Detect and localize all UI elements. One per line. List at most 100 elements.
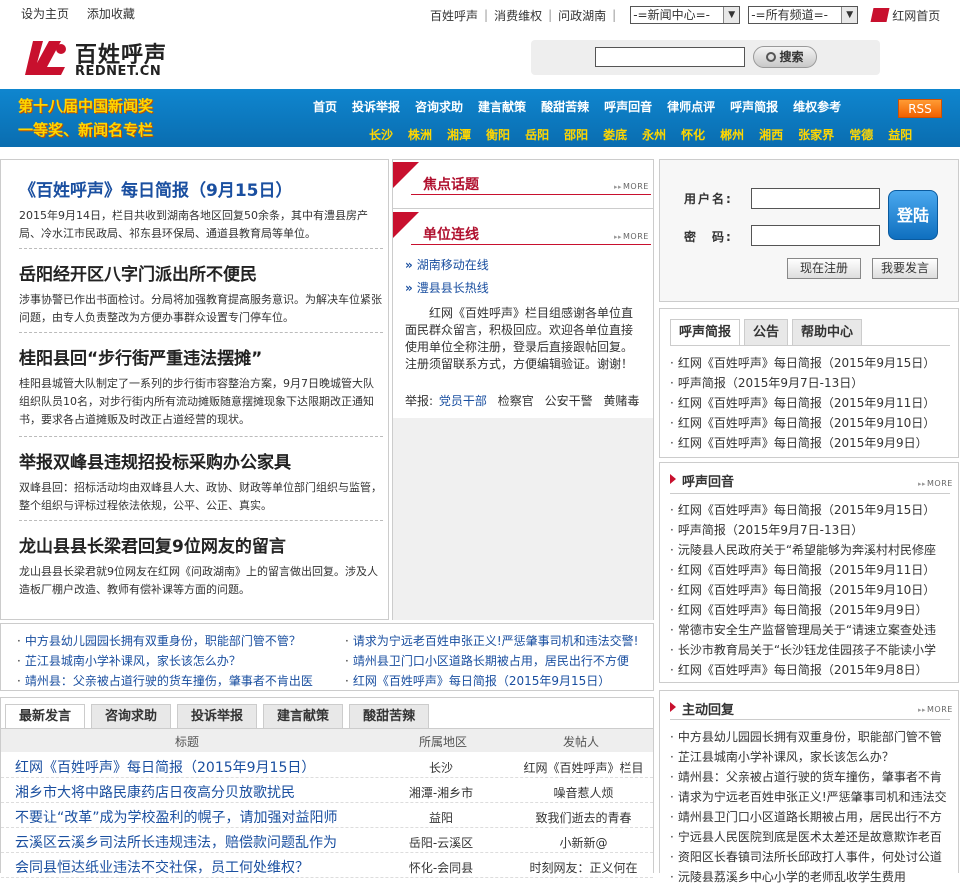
post-title[interactable]: 会同县恒达纸业违法不交社保，员工何处维权？ [15, 857, 309, 877]
list-item[interactable]: 资阳区长春镇司法所长邱政打人事件，何处讨公道 [670, 847, 950, 867]
list-item[interactable]: 呼声简报（2015年9月7日-13日） [670, 520, 950, 540]
nav-item-home[interactable]: 首页 [313, 98, 337, 115]
region-link[interactable]: 张家界 [798, 126, 834, 143]
news-center-select[interactable]: -=新闻中心=- ▼ [630, 6, 741, 24]
story-title[interactable]: 举报双峰县违规招投标采购办公家具 [19, 448, 383, 473]
region-link[interactable]: 衡阳 [486, 126, 510, 143]
tab-notice[interactable]: 公告 [744, 319, 789, 345]
tab-complaint[interactable]: 投诉举报 [177, 704, 258, 728]
username-input[interactable] [751, 188, 880, 209]
post-title[interactable]: 湘乡市大将中路民康药店日夜高分贝放歌扰民 [15, 782, 295, 802]
login-button[interactable]: 登陆 [888, 190, 938, 240]
nav-item-consult[interactable]: 咨询求助 [415, 98, 463, 115]
list-item[interactable]: 靖州县卫门口小区道路长期被占用，居民出行不方 [670, 807, 950, 827]
award-banner: 第十八届中国新闻奖 一等奖、新闻名专栏 [18, 95, 188, 141]
nav-item-rights[interactable]: 维权参考 [793, 98, 841, 115]
post-author: 噪音惹人烦 [553, 786, 614, 800]
nav-item-complaint[interactable]: 投诉举报 [352, 98, 400, 115]
region-link[interactable]: 湘西 [759, 126, 783, 143]
story-title[interactable]: 岳阳经开区八字门派出所不便民 [19, 260, 383, 285]
list-item[interactable]: 请求为宁远老百姓申张正义!严惩肇事司机和违法交 [670, 787, 950, 807]
active-more-link[interactable]: MORE [918, 705, 953, 714]
tab-help[interactable]: 帮助中心 [792, 319, 863, 345]
channel-select[interactable]: -=所有频道=- ▼ [748, 6, 859, 24]
search-button[interactable]: 搜索 [753, 46, 817, 68]
strip-link[interactable]: 靖州县卫门口小区道路长期被占用，居民出行不方便 [345, 652, 629, 669]
tab-consult[interactable]: 咨询求助 [91, 704, 172, 728]
region-link[interactable]: 永州 [642, 126, 666, 143]
list-item[interactable]: 沅陵县荔溪乡中心小学的老师乱收学生费用 [670, 867, 950, 887]
strip-link[interactable]: 中方县幼儿园园长拥有双重身份，职能部门管不管？ [17, 632, 301, 649]
nav-item-lawyer[interactable]: 律师点评 [667, 98, 715, 115]
top-link-consumer[interactable]: 消费维权 [494, 7, 542, 24]
region-link[interactable]: 常德 [849, 126, 873, 143]
register-button[interactable]: 现在注册 [787, 258, 861, 279]
region-link[interactable]: 益阳 [888, 126, 912, 143]
list-item[interactable]: 红网《百姓呼声》每日简报（2015年9月15日） [670, 500, 950, 520]
region-link[interactable]: 长沙 [369, 126, 393, 143]
list-item[interactable]: 靖州县：父亲被占道行驶的货车撞伤，肇事者不肯 [670, 767, 950, 787]
story-title[interactable]: 龙山县县长梁君回复9位网友的留言 [19, 532, 383, 557]
post-title[interactable]: 不要让“改革”成为学校盈利的幌子，请加强对益阳师 [15, 807, 338, 827]
top-link-baixing[interactable]: 百姓呼声 [430, 7, 478, 24]
rednet-home-link[interactable]: 红网首页 [892, 7, 940, 24]
region-link[interactable]: 怀化 [681, 126, 705, 143]
list-item[interactable]: 常德市安全生产监督管理局关于“请速立案查处违 [670, 620, 950, 640]
region-link[interactable]: 郴州 [720, 126, 744, 143]
strip-link[interactable]: 红网《百姓呼声》每日简报（2015年9月15日） [345, 672, 610, 689]
tab-suggest[interactable]: 建言献策 [263, 704, 344, 728]
add-favorite-link[interactable]: 添加收藏 [87, 7, 135, 21]
search-input[interactable] [595, 47, 745, 67]
region-link[interactable]: 湘潭 [447, 126, 471, 143]
tab-life[interactable]: 酸甜苦辣 [349, 704, 430, 728]
list-item[interactable]: 红网《百姓呼声》每日简报（2015年9月11日） [670, 393, 950, 413]
strip-link[interactable]: 请求为宁远老百姓申张正义!严惩肇事司机和违法交警! [345, 632, 639, 649]
region-link[interactable]: 株洲 [408, 126, 432, 143]
rss-button[interactable]: RSS [898, 99, 942, 118]
report-link[interactable]: 党员干部 [439, 394, 487, 408]
story-title[interactable]: 桂阳县回“步行街严重违法摆摊” [19, 344, 383, 369]
nav-item-echo[interactable]: 呼声回音 [604, 98, 652, 115]
list-item[interactable]: 呼声简报（2015年9月7日-13日） [670, 373, 950, 393]
tab-brief[interactable]: 呼声简报 [670, 319, 741, 345]
list-item[interactable]: 长沙市教育局关于“长沙钰龙佳园孩子不能读小学 [670, 640, 950, 660]
report-link[interactable]: 检察官 [498, 394, 534, 408]
region-link[interactable]: 邵阳 [564, 126, 588, 143]
post-button[interactable]: 我要发言 [872, 258, 938, 279]
region-link[interactable]: 娄底 [603, 126, 627, 143]
list-item[interactable]: 红网《百姓呼声》每日简报（2015年9月8日） [670, 660, 950, 680]
story-title[interactable]: 《百姓呼声》每日简报（9月15日） [19, 176, 383, 201]
set-home-link[interactable]: 设为主页 [21, 7, 69, 21]
unit-more-link[interactable]: MORE [614, 232, 649, 241]
list-item[interactable]: 沅陵县人民政府关于“希望能够为奔溪村村民修座 [670, 540, 950, 560]
site-logo[interactable]: 百姓呼声 REDNET.CN [21, 35, 171, 80]
list-item[interactable]: 红网《百姓呼声》每日简报（2015年9月15日） [670, 353, 950, 373]
top-link-wenzheng[interactable]: 问政湖南 [558, 7, 606, 24]
region-link[interactable]: 岳阳 [525, 126, 549, 143]
list-item[interactable]: 中方县幼儿园园长拥有双重身份，职能部门管不管 [670, 727, 950, 747]
unit-link[interactable]: » 澧县县长热线 [405, 279, 489, 296]
password-input[interactable] [751, 225, 880, 246]
table-row: 会同县恒达纸业违法不交社保，员工何处维权？ 怀化-会同县 时刻网友：正义何在 [1, 853, 653, 878]
post-title[interactable]: 云溪区云溪乡司法所长违规违法，赔偿款问题乱作为 [15, 832, 337, 852]
nav-item-life[interactable]: 酸甜苦辣 [541, 98, 589, 115]
unit-link[interactable]: » 湖南移动在线 [405, 256, 489, 273]
table-row: 红网《百姓呼声》每日简报（2015年9月15日） 长沙 红网《百姓呼声》栏目 [1, 753, 653, 778]
nav-item-suggest[interactable]: 建言献策 [478, 98, 526, 115]
strip-link[interactable]: 芷江县城南小学补课风，家长该怎么办？ [17, 652, 241, 669]
tab-latest[interactable]: 最新发言 [5, 704, 86, 728]
list-item[interactable]: 红网《百姓呼声》每日简报（2015年9月10日） [670, 580, 950, 600]
report-link[interactable]: 黄赌毒 [603, 394, 639, 408]
post-title[interactable]: 红网《百姓呼声》每日简报（2015年9月15日） [15, 757, 315, 777]
list-item[interactable]: 红网《百姓呼声》每日简报（2015年9月9日） [670, 433, 950, 453]
report-link[interactable]: 公安干警 [545, 394, 593, 408]
nav-item-brief[interactable]: 呼声简报 [730, 98, 778, 115]
list-item[interactable]: 芷江县城南小学补课风，家长该怎么办？ [670, 747, 950, 767]
list-item[interactable]: 红网《百姓呼声》每日简报（2015年9月10日） [670, 413, 950, 433]
list-item[interactable]: 宁远县人民医院到底是医术太差还是故意欺诈老百 [670, 827, 950, 847]
strip-link[interactable]: 靖州县：父亲被占道行驶的货车撞伤，肇事者不肯出医 [17, 672, 313, 689]
echo-more-link[interactable]: MORE [918, 479, 953, 488]
focus-more-link[interactable]: MORE [614, 182, 649, 191]
list-item[interactable]: 红网《百姓呼声》每日简报（2015年9月11日） [670, 560, 950, 580]
list-item[interactable]: 红网《百姓呼声》每日简报（2015年9月9日） [670, 600, 950, 620]
